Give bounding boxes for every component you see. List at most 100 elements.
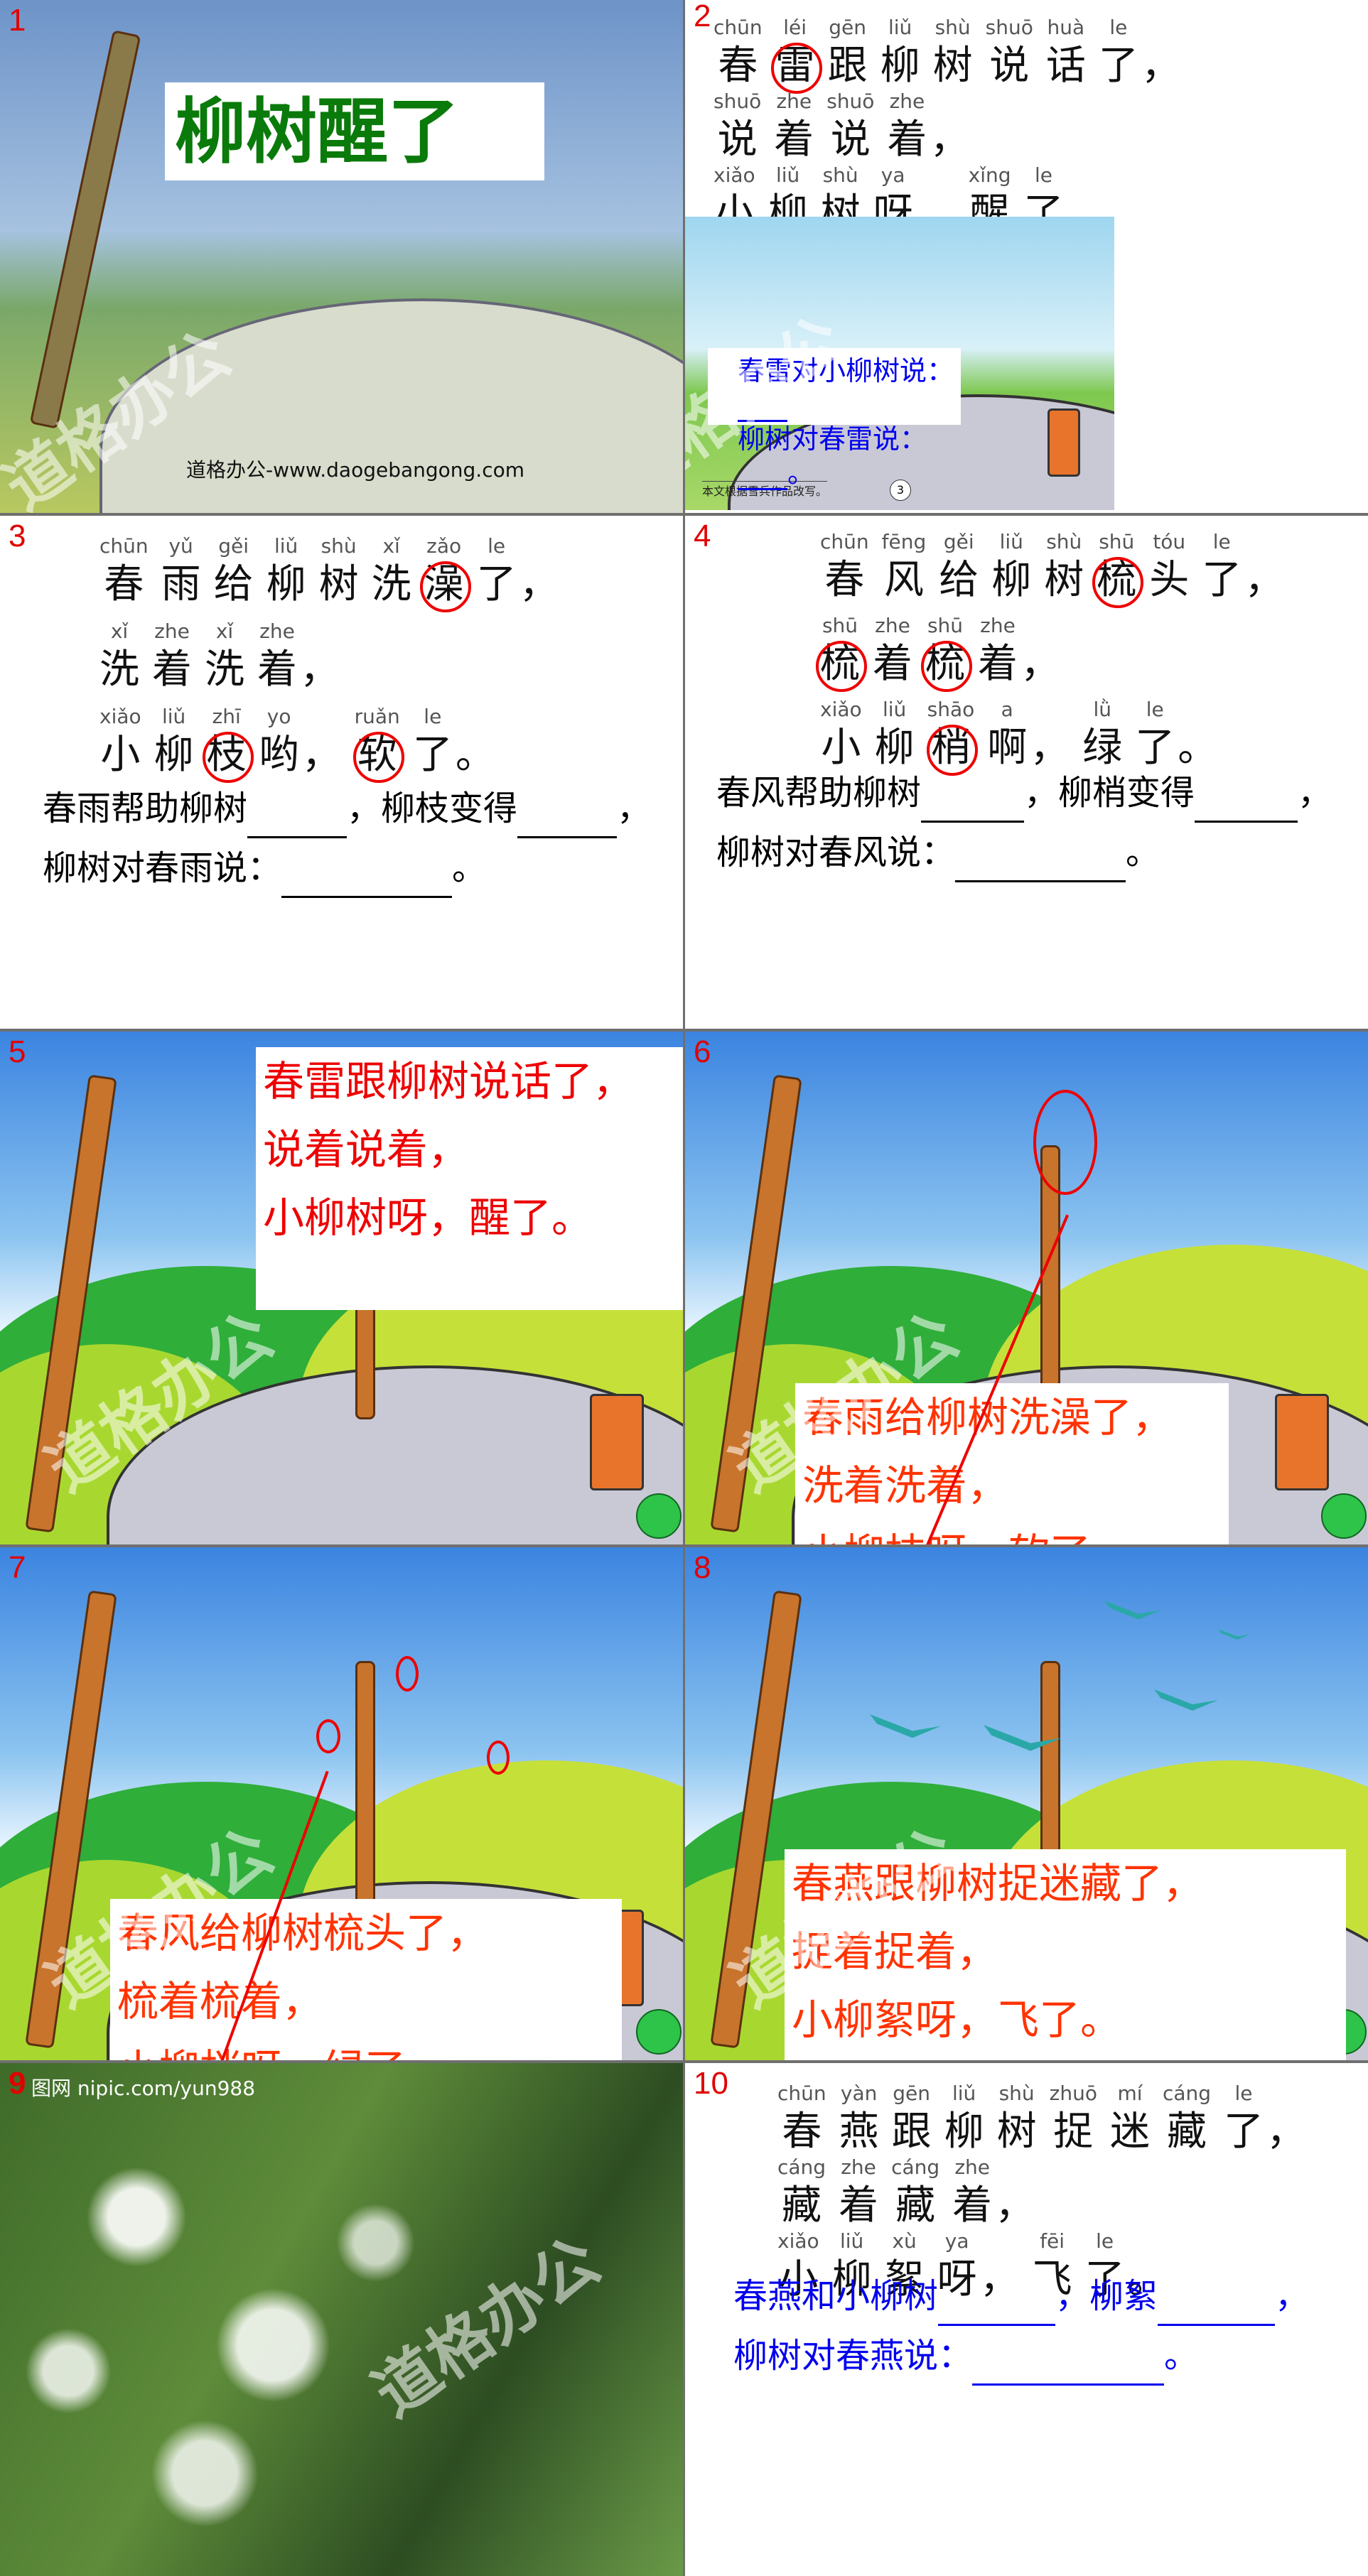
hanzi: 柳 <box>991 557 1032 603</box>
pinyin: zhe <box>980 614 1016 637</box>
answer-blank-1[interactable] <box>738 391 787 422</box>
pinyin: shù <box>998 2082 1035 2105</box>
highlight-circle <box>316 1719 340 1753</box>
answer-blank-2[interactable] <box>738 460 787 490</box>
pinyin-character: shū 梳 <box>921 614 972 692</box>
hanzi: 迷 <box>1109 2109 1150 2155</box>
hanzi: ， <box>301 732 342 778</box>
hanzi: ， <box>1266 2109 1307 2155</box>
hanzi: 。 <box>455 732 495 778</box>
hanzi: 了 <box>1202 557 1242 603</box>
hanzi: 着 <box>952 2182 993 2229</box>
pinyin-character: xiǎo 小 <box>820 698 862 772</box>
slide-3[interactable]: 3 chūn 春 yǔ 雨 gěi 给 liǔ 柳 shù 树 xǐ 洗 zǎo 澡 le 了， xǐ 洗 zhe 着… <box>0 516 683 1029</box>
hanzi: 话 <box>1045 43 1086 89</box>
pinyin-character: liǔ 柳 <box>944 2082 984 2155</box>
pinyin: léi <box>783 16 807 39</box>
hanzi: ， <box>930 117 970 163</box>
pinyin: le <box>1234 2082 1253 2105</box>
pinyin-line: xiǎo 小 liǔ 柳 shāo 梢 a 啊， lǜ 绿 le 了。 <box>820 698 1230 776</box>
slide-7[interactable]: 7 道格办公春风给柳树梳头了，梳着梳着，小柳梢呀，绿了。 <box>0 1547 683 2060</box>
pinyin: shuō <box>985 16 1033 39</box>
slide-1[interactable]: 柳树醒了 道格办公-www.daogebangong.com 1 道格办公 <box>0 0 683 513</box>
pinyin: xǐ <box>215 619 234 643</box>
poem-line: 梳着梳着， <box>117 1977 324 2025</box>
slide-6[interactable]: 6 道格办公春雨给柳树洗澡了，洗着洗着，小柳枝呀，软了。 <box>685 1032 1368 1544</box>
answer-blank-3[interactable] <box>281 857 453 898</box>
answer-blank-3[interactable] <box>955 842 1126 882</box>
slide-8[interactable]: 8 道格办公 春燕跟柳树捉迷藏了， 捉着捉着， 小柳絮呀，飞了。 <box>685 1547 1368 2060</box>
pinyin: gěi <box>218 534 249 558</box>
pinyin-character: 。 <box>456 705 495 779</box>
pinyin-character: huà 话 <box>1046 16 1086 90</box>
pinyin-character: xǐ 洗 <box>372 534 411 608</box>
slide-2[interactable]: 2 chūn 春 léi 雷 gēn 跟 liǔ 柳 shù 树 shuō 说 huà 话 le 了， shuō… <box>685 0 1368 513</box>
slide-number: 8 <box>694 1550 711 1585</box>
hanzi: 着 <box>839 2182 879 2229</box>
pinyin-character: yàn 燕 <box>839 2082 879 2155</box>
slide-10[interactable]: 10 chūn 春 yàn 燕 gēn 跟 liǔ 柳 shù 树 zhuō 捉 mí 迷 cáng 藏 le 了… <box>685 2063 1368 2576</box>
answer-blank-3[interactable] <box>972 2345 1165 2386</box>
hanzi: 树 <box>996 2109 1037 2155</box>
poem-line: 春雷跟柳树说话了， <box>263 1057 635 1105</box>
hanzi: 春 <box>824 557 865 603</box>
pinyin-character: shū 梳 <box>1092 530 1144 608</box>
slide-4[interactable]: 4 chūn 春 fēng 风 gěi 给 liǔ 柳 shù 树 shū 梳 tóu 头 le 了， shū 梳… <box>685 516 1368 1029</box>
pinyin: zhuō <box>1049 2082 1097 2105</box>
pinyin: xiǎo <box>99 705 141 728</box>
pinyin-character: yǔ 雨 <box>161 534 201 608</box>
pinyin: cáng <box>1162 2082 1212 2105</box>
hanzi: 捉 <box>1053 2109 1094 2155</box>
pinyin: zhe <box>954 2155 990 2179</box>
pinyin-character: shū 梳 <box>816 614 867 692</box>
answer-blank-2[interactable] <box>517 798 618 838</box>
trash-bin <box>1047 408 1080 477</box>
pinyin-character: cáng 藏 <box>777 2155 826 2229</box>
hanzi: 藏 <box>782 2182 822 2229</box>
pinyin-character: le 了 <box>477 534 517 608</box>
pinyin-character: ， <box>300 619 340 693</box>
pinyin: chūn <box>713 16 763 39</box>
slide-5[interactable]: 5 道格办公 春雷跟柳树说话了， 说着说着， 小柳树呀，醒了。 <box>0 1032 683 1544</box>
pinyin-character: zhe 着 <box>152 619 192 693</box>
pinyin: chūn <box>99 534 149 558</box>
hanzi: 洗 <box>205 646 244 693</box>
poem-line: 小柳树呀，醒了。 <box>263 1194 593 1242</box>
hanzi: 说 <box>989 43 1030 89</box>
pinyin-character: ， <box>1244 530 1284 604</box>
hanzi: 跟 <box>891 2109 932 2155</box>
answer-blank-2[interactable] <box>1195 782 1298 823</box>
pinyin-character: zhuō 捉 <box>1050 2082 1097 2155</box>
hanzi: 着 <box>774 117 814 163</box>
highlight-circle <box>487 1741 510 1775</box>
pinyin: fēi <box>1040 2229 1065 2253</box>
pinyin: tóu <box>1153 530 1186 553</box>
site-footer[interactable]: 道格办公-www.daogebangong.com <box>186 455 524 483</box>
pinyin: liǔ <box>882 698 907 721</box>
pinyin: shū <box>822 614 858 637</box>
smiley-icon[interactable] <box>636 1493 682 1539</box>
answer-blank-2[interactable] <box>1158 2285 1276 2326</box>
smiley-icon[interactable] <box>1321 1493 1367 1539</box>
pinyin-character: shù 树 <box>933 16 973 90</box>
pinyin-line: xǐ 洗 zhe 着 xǐ 洗 zhe 着， <box>99 619 352 693</box>
highlight-circle <box>396 1656 419 1692</box>
pinyin-character: zhe 着 <box>952 2155 992 2229</box>
answer-blank-1[interactable] <box>921 782 1025 823</box>
pinyin: le <box>1146 698 1164 721</box>
pinyin: zhī <box>212 705 241 728</box>
smiley-icon[interactable] <box>636 2009 682 2055</box>
poem-line: 捉着捉着， <box>792 1927 998 1976</box>
slide-9[interactable]: 9 图网 nipic.com/yun988 道格办公 <box>0 2063 683 2576</box>
pinyin: xiǎo <box>713 163 755 187</box>
pinyin: liǔ <box>888 16 912 39</box>
pinyin: le <box>1212 530 1231 553</box>
answer-blank-1[interactable] <box>938 2285 1056 2326</box>
hanzi: 春 <box>718 43 758 89</box>
answer-blank-1[interactable] <box>247 798 348 838</box>
pinyin: zhe <box>154 619 190 643</box>
pinyin-character: ， <box>302 705 342 779</box>
pinyin-line: chūn 春 yàn 燕 gēn 跟 liǔ 柳 shù 树 zhuō 捉 mí 迷 cáng 藏 le 了， <box>777 2082 1319 2155</box>
pinyin-character: chūn 春 <box>777 2082 826 2155</box>
pinyin-character: tóu 头 <box>1149 530 1189 604</box>
